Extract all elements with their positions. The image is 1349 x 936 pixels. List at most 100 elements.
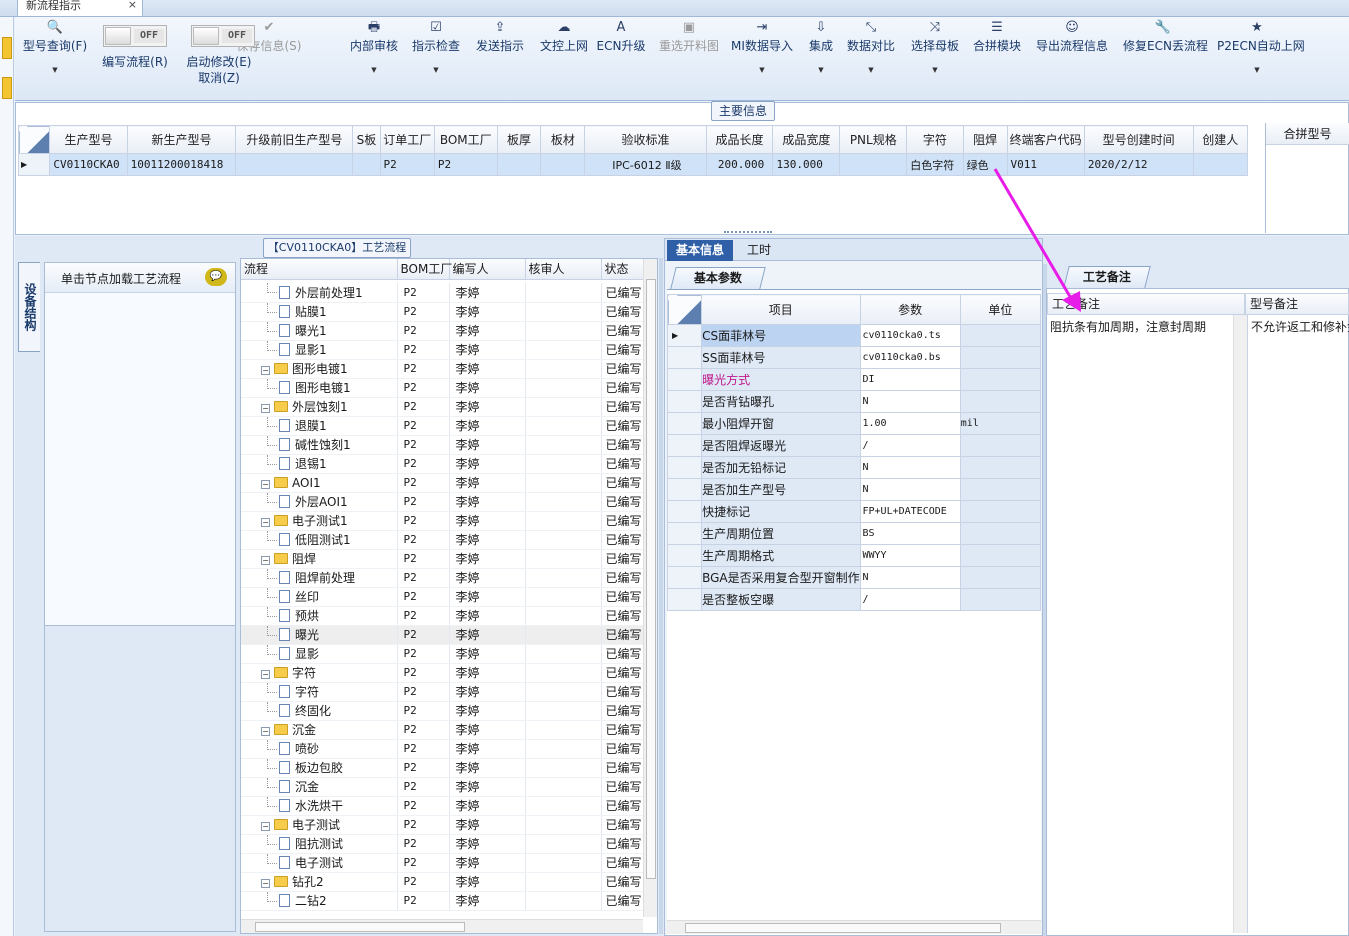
flow-tree-row[interactable]: − 字符 P2 李婷 已编写 xyxy=(241,663,643,683)
main-data-row[interactable]: ▶ CV0110CKA0 10011200018418 P2 P2 IPC-6012 Ⅱ级… xyxy=(17,153,1249,176)
flow-tree-row[interactable]: 喷砂 P2 李婷 已编写 xyxy=(241,739,643,759)
toolbar-btn-13[interactable]: ☺ 导出流程信息 xyxy=(1032,19,1112,54)
collapse-icon[interactable]: − xyxy=(261,822,270,831)
flow-node[interactable]: − 电子测试1 xyxy=(241,511,398,531)
param-value[interactable]: N xyxy=(859,456,961,479)
flow-node[interactable]: 板边包胶 xyxy=(241,758,398,778)
param-value[interactable]: N xyxy=(859,566,961,589)
main-cell[interactable]: 2020/2/12 xyxy=(1083,153,1194,176)
craft-note-textarea[interactable]: 阻抗条有加周期，注意封周期 xyxy=(1047,315,1233,933)
params-row[interactable]: SS面菲林号 cv0110cka0.bs xyxy=(666,346,1042,369)
params-row[interactable]: 生产周期位置 BS xyxy=(666,522,1042,545)
param-value[interactable]: / xyxy=(859,588,961,611)
flow-tree-row[interactable]: − 电子测试1 P2 李婷 已编写 xyxy=(241,511,643,531)
flow-tree-row[interactable]: 沉金 P2 李婷 已编写 xyxy=(241,777,643,797)
main-col-header[interactable]: 订单工厂 xyxy=(379,125,435,154)
collapse-icon[interactable]: − xyxy=(261,366,270,375)
main-cell[interactable]: 130.000 xyxy=(772,153,841,176)
main-col-header[interactable]: 成品宽度 xyxy=(772,125,841,154)
params-row[interactable]: ▶ CS面菲林号 cv0110cka0.ts xyxy=(666,324,1042,347)
params-row[interactable]: 是否加生产型号 N xyxy=(666,478,1042,501)
flow-col-header[interactable]: 流程 xyxy=(241,259,398,280)
main-cell[interactable] xyxy=(235,153,354,176)
toolbar-btn-15[interactable]: ★ P2ECN自动上网 ▼ xyxy=(1217,19,1305,74)
param-value[interactable]: cv0110cka0.ts xyxy=(859,324,961,347)
params-row[interactable]: 快捷标记 FP+UL+DATECODE xyxy=(666,500,1042,523)
main-col-header[interactable]: 字符 xyxy=(906,125,964,154)
flow-node[interactable]: 图形电镀1 xyxy=(241,378,398,398)
flow-node[interactable]: − 阻焊 xyxy=(241,549,398,569)
flow-node[interactable]: 外层前处理1 xyxy=(241,283,398,303)
flow-tree-row[interactable]: 板边包胶 P2 李婷 已编写 xyxy=(241,758,643,778)
params-row[interactable]: 是否背钻曝孔 N xyxy=(666,390,1042,413)
flow-tree-row[interactable]: − 图形电镀1 P2 李婷 已编写 xyxy=(241,359,643,379)
main-col-header[interactable]: 板材 xyxy=(540,125,586,154)
main-col-header[interactable]: 创建人 xyxy=(1192,125,1249,154)
flow-node[interactable]: 显影 xyxy=(241,644,398,664)
flow-tree-row[interactable]: 退膜1 P2 李婷 已编写 xyxy=(241,416,643,436)
flow-vertical-scrollbar[interactable] xyxy=(643,259,657,917)
flow-node[interactable]: − 电子测试 xyxy=(241,815,398,835)
chevron-down-icon[interactable]: ▼ xyxy=(15,66,95,74)
flow-hscroll-thumb[interactable] xyxy=(255,922,465,932)
flow-tree-row[interactable]: 终固化 P2 李婷 已编写 xyxy=(241,701,643,721)
cancel-label[interactable]: 取消(Z) xyxy=(179,69,259,86)
param-value[interactable]: N xyxy=(859,478,961,501)
flow-tree-row[interactable]: − AOI1 P2 李婷 已编写 xyxy=(241,473,643,493)
params-hscroll-thumb[interactable] xyxy=(685,923,1001,933)
flow-tree-row[interactable]: 预烘 P2 李婷 已编写 xyxy=(241,606,643,626)
flow-node[interactable]: 阻焊前处理 xyxy=(241,568,398,588)
flow-node[interactable]: 退膜1 xyxy=(241,416,398,436)
flow-node[interactable]: 电子测试 xyxy=(241,853,398,873)
flow-node[interactable]: 碱性蚀刻1 xyxy=(241,435,398,455)
vtab-equipment-structure[interactable]: 设备结构 xyxy=(18,262,40,352)
flow-node[interactable]: 预烘 xyxy=(241,606,398,626)
collapse-icon[interactable]: − xyxy=(261,727,270,736)
flow-node[interactable]: 字符 xyxy=(241,682,398,702)
toolbar-btn-0[interactable]: 🔍 型号查询(F) ▼ xyxy=(15,19,95,74)
chevron-down-icon[interactable]: ▼ xyxy=(396,66,476,74)
flow-tree-row[interactable]: 显影 P2 李婷 已编写 xyxy=(241,644,643,664)
chevron-down-icon[interactable]: ▼ xyxy=(1217,66,1297,74)
flow-node[interactable]: − 字符 xyxy=(241,663,398,683)
main-cell[interactable]: CV0110CKA0 xyxy=(49,153,128,176)
toolbar-btn-7[interactable]: ▣ 重选开料图 xyxy=(649,19,729,54)
params-horizontal-scrollbar[interactable] xyxy=(667,920,1041,934)
main-col-header[interactable]: 新生产型号 xyxy=(126,125,237,154)
flow-node[interactable]: − 外层蚀刻1 xyxy=(241,397,398,417)
toolbar-btn-14[interactable]: 🔧 修复ECN丢流程 xyxy=(1123,19,1208,54)
collapse-icon[interactable]: − xyxy=(261,404,270,413)
flow-tree-row[interactable]: − 电子测试 P2 李婷 已编写 xyxy=(241,815,643,835)
main-cell[interactable]: P2 xyxy=(433,153,498,176)
param-value[interactable]: N xyxy=(859,390,961,413)
main-cell[interactable] xyxy=(352,153,381,176)
flow-col-header[interactable]: BOM工厂 xyxy=(397,259,452,280)
tab-basic-params[interactable]: 基本参数 xyxy=(670,267,766,289)
flow-tree-row[interactable]: − 阻焊 P2 李婷 已编写 xyxy=(241,549,643,569)
flow-col-header[interactable]: 核审人 xyxy=(525,259,602,280)
main-cell[interactable]: V011 xyxy=(1006,153,1085,176)
params-col-header[interactable]: 项目 xyxy=(701,294,861,325)
main-cell[interactable] xyxy=(496,153,542,176)
flow-tree-row[interactable]: 图形电镀1 P2 李婷 已编写 xyxy=(241,378,643,398)
flow-node[interactable]: 显影1 xyxy=(241,340,398,360)
param-value[interactable]: BS xyxy=(859,522,961,545)
main-col-header[interactable]: 型号创建时间 xyxy=(1083,125,1194,154)
row-header-corner[interactable] xyxy=(666,294,703,325)
main-col-header[interactable]: S板 xyxy=(352,125,381,154)
flow-tree-row[interactable]: 水洗烘干 P2 李婷 已编写 xyxy=(241,796,643,816)
main-col-header[interactable]: 成品长度 xyxy=(705,125,774,154)
params-row[interactable]: 最小阻焊开窗 1.00 mil xyxy=(666,412,1042,435)
splitter-grip[interactable] xyxy=(724,231,772,235)
param-value[interactable]: DI xyxy=(859,368,961,391)
model-note-textarea[interactable]: 不允许返工和修补金 xyxy=(1247,315,1349,933)
params-row[interactable]: 生产周期格式 WWYY xyxy=(666,544,1042,567)
tab-new-flow[interactable]: ⚡ 新流程指示 × xyxy=(17,0,143,17)
main-cell[interactable] xyxy=(540,153,586,176)
flow-tree-row[interactable]: 阻焊前处理 P2 李婷 已编写 xyxy=(241,568,643,588)
param-value[interactable]: cv0110cka0.bs xyxy=(859,346,961,369)
flow-node[interactable]: 丝印 xyxy=(241,587,398,607)
toggle-write-flow[interactable]: OFF xyxy=(103,25,167,47)
params-col-header[interactable]: 单位 xyxy=(959,294,1042,325)
collapse-icon[interactable]: − xyxy=(261,670,270,679)
